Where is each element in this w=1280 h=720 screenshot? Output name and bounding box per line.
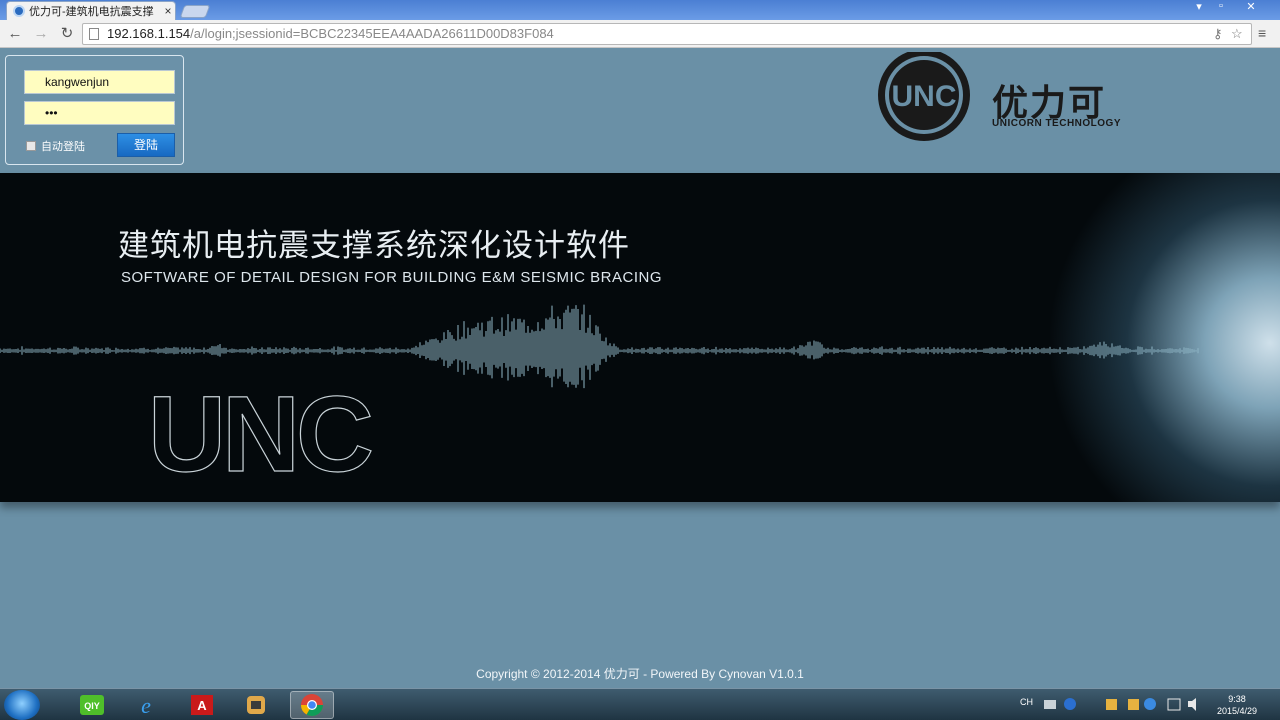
adobe-icon[interactable]: A [180, 691, 224, 719]
svg-text:QIY: QIY [84, 701, 100, 711]
login-panel: kangwenjun ••• 自动登陆 登陆 [5, 55, 184, 165]
bookmark-star-icon[interactable]: ☆ [1231, 24, 1243, 44]
iqiyi-icon[interactable]: QIY [70, 691, 114, 719]
seismic-waveform: UNC [0, 304, 1199, 495]
browser-tab[interactable]: 优力可-建筑机电抗震支撑 × [6, 1, 176, 20]
app-icon[interactable] [234, 691, 278, 719]
unc-logo-icon: UNC [878, 49, 970, 141]
url-host: 192.168.1.154 [107, 26, 191, 41]
remember-me[interactable]: 自动登陆 [26, 138, 85, 154]
chrome-icon[interactable] [290, 691, 334, 719]
forward-button[interactable]: → [31, 24, 51, 44]
tab-title: 优力可-建筑机电抗震支撑 [29, 6, 154, 18]
new-tab-button[interactable] [179, 5, 211, 18]
watermark-logo-icon: UNC [147, 372, 376, 494]
clock[interactable]: 9:38 2015/4/29 [1205, 693, 1269, 717]
restore-button[interactable]: ▫ [1210, 0, 1232, 12]
remember-checkbox[interactable] [26, 141, 36, 151]
hero-banner: 建筑机电抗震支撑系统深化设计软件 SOFTWARE OF DETAIL DESI… [0, 173, 1280, 502]
language-indicator[interactable]: CH [1020, 697, 1033, 707]
brand-logo: UNC 优力可 UNICORN TECHNOLOGY [875, 49, 1135, 142]
copyright-text: Copyright © 2012-2014 优力可 - Powered By C… [476, 667, 804, 681]
browser-toolbar: ← → ↻ 192.168.1.154/a/login;jsessionid=B… [0, 20, 1280, 48]
clock-date: 2015/4/29 [1216, 706, 1258, 716]
back-button[interactable]: ← [5, 24, 25, 44]
svg-text:e: e [141, 693, 151, 717]
svg-text:UNC: UNC [148, 373, 372, 494]
tab-close-icon[interactable]: × [161, 4, 175, 18]
clock-time: 9:38 [1228, 694, 1246, 704]
tray-icons[interactable] [1040, 695, 1220, 715]
key-icon[interactable]: ⚷ [1213, 24, 1223, 44]
remember-label: 自动登陆 [41, 141, 85, 153]
internet-explorer-icon[interactable]: e [124, 691, 168, 719]
password-field[interactable]: ••• [24, 101, 175, 125]
system-tray[interactable]: CH [1020, 697, 1033, 707]
windows-taskbar: QIY e A CH 9:38 2015/4/29 [0, 688, 1280, 720]
login-button[interactable]: 登陆 [117, 133, 175, 157]
brand-subtitle: UNICORN TECHNOLOGY [992, 118, 1121, 129]
username-field[interactable]: kangwenjun [24, 70, 175, 94]
minimize-button[interactable]: ▾ [1188, 0, 1210, 13]
window-close-button[interactable]: ✕ [1240, 0, 1262, 13]
logo-text: UNC [892, 80, 957, 113]
reload-button[interactable]: ↻ [57, 24, 77, 44]
start-button[interactable] [4, 690, 40, 720]
browser-titlebar: 优力可-建筑机电抗震支撑 × ▾ ▫ ✕ [0, 0, 1280, 20]
svg-text:A: A [197, 698, 207, 713]
url-path: /a/login;jsessionid=BCBC22345EEA4AADA266… [190, 26, 554, 41]
browser-menu-icon[interactable]: ≡ [1258, 25, 1274, 41]
address-bar[interactable]: 192.168.1.154/a/login;jsessionid=BCBC223… [82, 23, 1252, 45]
page-icon [89, 28, 99, 40]
favicon-icon [13, 5, 25, 17]
